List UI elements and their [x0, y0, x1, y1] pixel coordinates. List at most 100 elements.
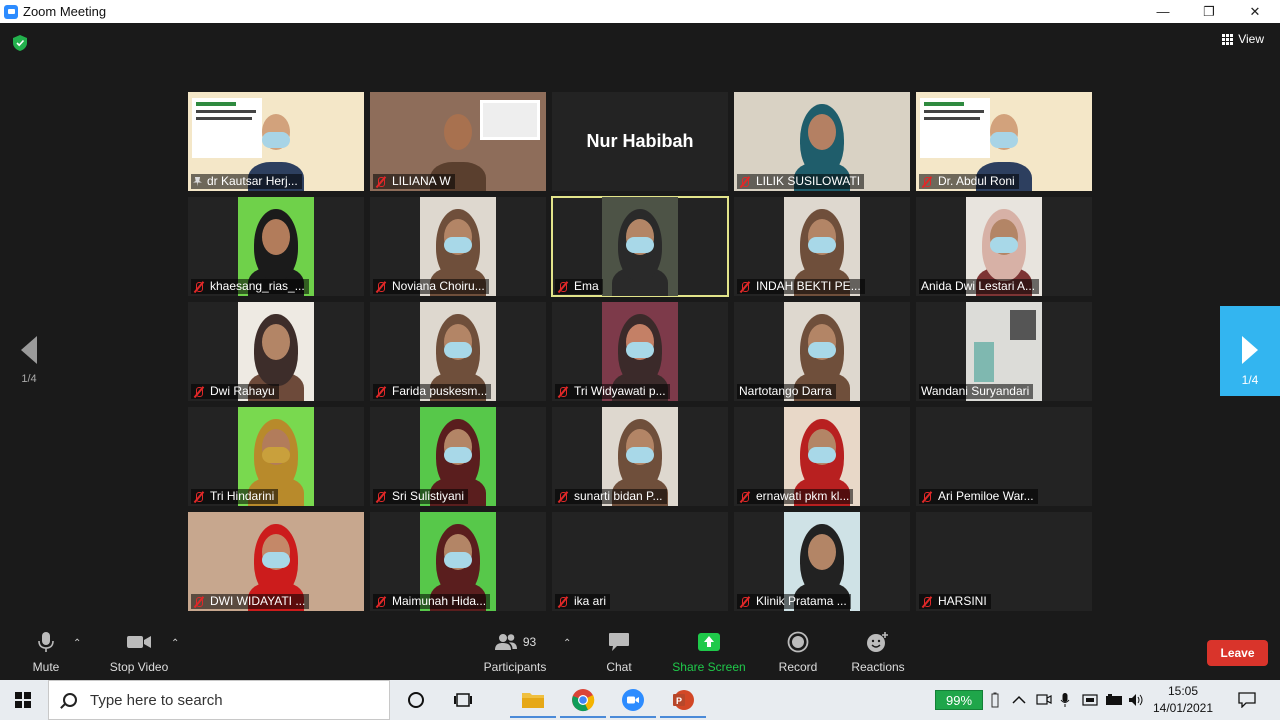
participant-tile[interactable]: Sri Sulistiyani [370, 407, 546, 506]
participant-name-tag: Klinik Pratama ... [737, 594, 851, 609]
participant-name-center: Nur Habibah [586, 131, 694, 151]
keyboard-layout-icon[interactable] [1105, 680, 1123, 720]
participant-name-tag: khaesang_rias_... [191, 279, 309, 294]
mic-muted-icon [739, 281, 751, 293]
participant-name-tag: LILIK SUSILOWATI [737, 174, 865, 189]
participants-button[interactable]: 93 Participants [480, 628, 550, 680]
pin-icon [193, 176, 202, 187]
participant-name: Klinik Pratama ... [756, 594, 847, 608]
show-hidden-icons-chevron-icon[interactable] [1012, 680, 1026, 720]
participant-name: ernawati pkm kl... [756, 489, 850, 503]
participant-tile[interactable]: LILIK SUSILOWATI [734, 92, 910, 191]
participant-tile[interactable]: Tri Hindarini [188, 407, 364, 506]
participant-tile[interactable]: Dwi Rahayu [188, 302, 364, 401]
participant-name: Ari Pemiloe War... [938, 489, 1034, 503]
next-page-button[interactable]: 1/4 [1220, 306, 1280, 396]
participant-name-tag: Wandani Suryandari [919, 384, 1034, 399]
stop-video-label: Stop Video [109, 660, 169, 674]
participant-tile[interactable]: dr Kautsar Herj... [188, 92, 364, 191]
video-options-caret-icon[interactable]: ⌃ [171, 638, 179, 649]
network-icon[interactable] [1082, 680, 1100, 720]
participant-name: Dr. Abdul Roni [938, 174, 1015, 188]
window-titlebar: Zoom Meeting — ❐ ✕ [0, 0, 1280, 23]
microphone-tray-icon[interactable] [1060, 680, 1070, 720]
participant-tile[interactable]: Ari Pemiloe War... [916, 407, 1092, 506]
notifications-icon[interactable] [1238, 680, 1256, 720]
participant-tile[interactable]: Noviana Choiru... [370, 197, 546, 296]
clock-date: 14/01/2021 [1152, 701, 1214, 715]
participant-name-tag: sunarti bidan P... [555, 489, 667, 504]
file-explorer-icon[interactable] [510, 688, 556, 718]
chat-button[interactable]: Chat [599, 628, 639, 680]
mic-muted-icon [375, 491, 387, 503]
battery-indicator[interactable]: 99% [935, 690, 983, 710]
cortana-icon[interactable] [403, 688, 429, 712]
search-placeholder: Type here to search [90, 691, 223, 709]
chrome-icon[interactable] [560, 688, 606, 718]
participant-tile[interactable]: LILIANA W [370, 92, 546, 191]
close-button[interactable]: ✕ [1232, 0, 1278, 23]
participant-tile[interactable]: Farida puskesm... [370, 302, 546, 401]
participant-name: khaesang_rias_... [210, 279, 305, 293]
share-screen-icon [698, 633, 720, 651]
share-screen-button[interactable]: Share Screen [670, 628, 748, 680]
meet-now-icon[interactable] [1036, 680, 1052, 720]
maximize-button[interactable]: ❐ [1186, 0, 1232, 23]
mic-muted-icon [557, 386, 569, 398]
taskbar-clock[interactable]: 15:05 14/01/2021 [1150, 683, 1216, 717]
participant-name-tag: Tri Hindarini [191, 489, 279, 504]
reactions-button[interactable]: Reactions [848, 628, 908, 680]
participant-tile[interactable]: Dr. Abdul Roni [916, 92, 1092, 191]
participants-count: 93 [522, 635, 537, 649]
participant-tile[interactable]: Tri Widyawati p... [552, 302, 728, 401]
record-button[interactable]: Record [775, 628, 821, 680]
view-button[interactable]: View [1222, 32, 1264, 46]
stop-video-button[interactable]: Stop Video [104, 628, 174, 680]
share-screen-label: Share Screen [672, 660, 746, 674]
participants-label: Participants [483, 660, 547, 674]
audio-options-caret-icon[interactable]: ⌃ [73, 638, 81, 649]
participant-name: Noviana Choiru... [392, 279, 485, 293]
participant-name-tag: Sri Sulistiyani [373, 489, 469, 504]
participant-tile[interactable]: sunarti bidan P... [552, 407, 728, 506]
powerpoint-icon[interactable]: P [660, 688, 706, 718]
mute-button[interactable]: Mute [22, 628, 70, 680]
mic-muted-icon [921, 491, 933, 503]
mic-muted-icon [193, 281, 205, 293]
participant-tile[interactable]: INDAH BEKTI PE... [734, 197, 910, 296]
participant-tile[interactable]: ika ari [552, 512, 728, 611]
participant-tile[interactable]: Anida Dwi Lestari A... [916, 197, 1092, 296]
meeting-area: View dr Kautsar Herj... LILIANA W Nur Habi… [0, 23, 1280, 628]
participant-name: Tri Hindarini [210, 489, 275, 503]
participants-options-caret-icon[interactable]: ⌃ [563, 638, 571, 649]
chat-bubble-icon [609, 633, 629, 651]
windows-start-icon[interactable] [15, 692, 31, 708]
minimize-button[interactable]: — [1140, 0, 1186, 23]
participant-name-tag: Ari Pemiloe War... [919, 489, 1038, 504]
participant-name: ika ari [574, 594, 607, 608]
mic-muted-icon [193, 596, 205, 608]
participant-tile[interactable]: Nur Habibah [552, 92, 728, 191]
participant-tile[interactable]: DWI WIDAYATI ... [188, 512, 364, 611]
participant-name-tag: HARSINI [919, 594, 991, 609]
task-view-icon[interactable] [450, 688, 476, 712]
participant-tile[interactable]: khaesang_rias_... [188, 197, 364, 296]
encryption-shield-icon[interactable] [13, 35, 27, 51]
taskbar-search-box[interactable]: Type here to search [48, 680, 390, 720]
participant-tile[interactable]: Maimunah Hida... [370, 512, 546, 611]
participant-tile[interactable]: Wandani Suryandari [916, 302, 1092, 401]
participant-tile[interactable]: ernawati pkm kl... [734, 407, 910, 506]
mic-muted-icon [921, 176, 933, 188]
participant-name: Dwi Rahayu [210, 384, 275, 398]
participant-tile[interactable]: HARSINI [916, 512, 1092, 611]
participant-tile[interactable]: Nartotango Darra [734, 302, 910, 401]
zoom-taskbar-icon[interactable] [610, 688, 656, 718]
participant-tile[interactable]: Ema [551, 196, 729, 297]
participant-name-tag: Tri Widyawati p... [555, 384, 670, 399]
participant-tile[interactable]: Klinik Pratama ... [734, 512, 910, 611]
previous-page-button[interactable]: 1/4 [14, 336, 44, 385]
leave-button[interactable]: Leave [1207, 640, 1268, 666]
battery-icon[interactable] [990, 680, 1000, 720]
participant-name: LILIANA W [392, 174, 451, 188]
volume-icon[interactable] [1128, 680, 1146, 720]
